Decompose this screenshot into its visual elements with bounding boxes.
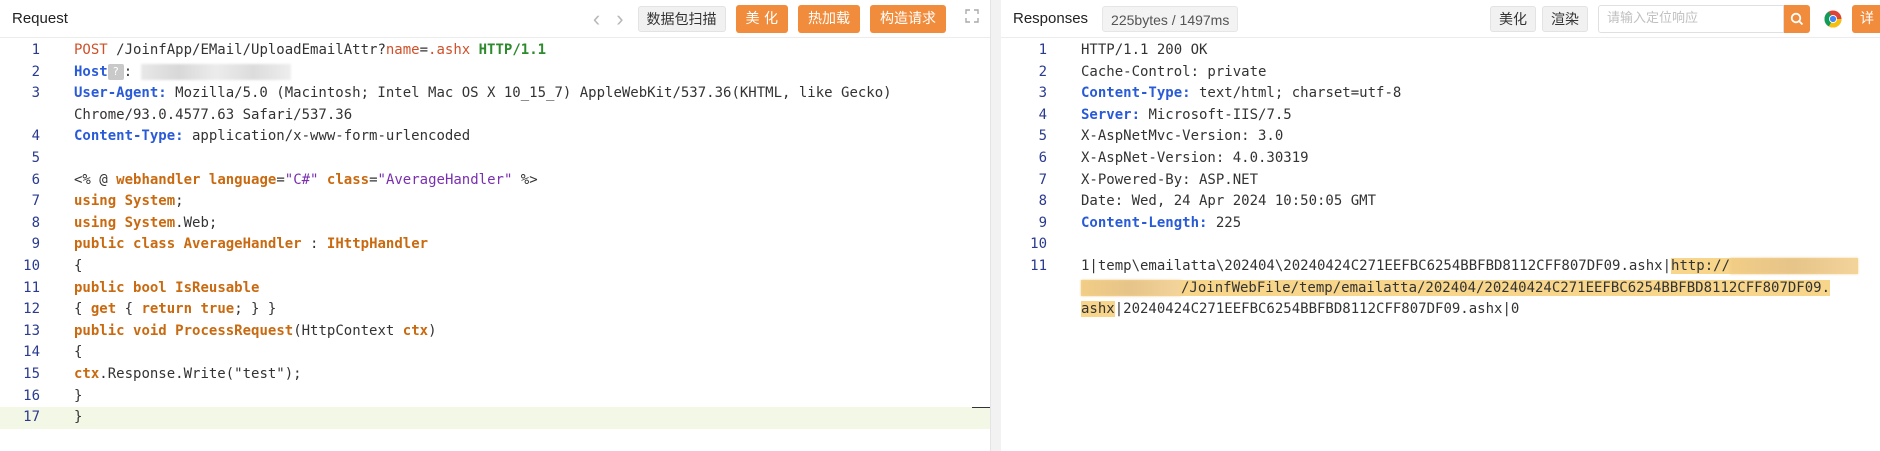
search-icon[interactable] xyxy=(1784,4,1810,33)
code-line: 5 X-AspNetMvc-Version: 3.0 xyxy=(1038,128,1284,145)
code-line: 4 Server: Microsoft-IIS/7.5 xyxy=(1038,106,1292,123)
code-line: 8 Date: Wed, 24 Apr 2024 10:50:05 GMT xyxy=(1038,193,1377,210)
code-line: 8 using System.Web; xyxy=(31,214,218,231)
expand-icon[interactable] xyxy=(964,8,980,29)
detail-button[interactable]: 详 xyxy=(1852,4,1880,33)
code-line: 11 public bool IsReusable xyxy=(23,279,260,296)
response-beautify-button[interactable]: 美化 xyxy=(1490,5,1536,32)
code-line: 7 X-Powered-By: ASP.NET xyxy=(1038,171,1259,188)
build-request-button[interactable]: 构造请求 xyxy=(870,4,946,33)
chevron-right-icon[interactable]: › xyxy=(608,7,631,29)
response-stats: 225bytes / 1497ms xyxy=(1102,5,1239,32)
hotload-button[interactable]: 热加载 xyxy=(798,4,860,33)
code-line: 10 xyxy=(1030,236,1047,253)
code-line: 6 <% @ webhandler language="C#" class="Av… xyxy=(31,171,538,188)
code-line: 14{ xyxy=(23,344,83,361)
code-line: 9 public class AverageHandler : IHttpHand… xyxy=(31,236,429,253)
code-line: 3 Content-Type: text/html; charset=utf-8 xyxy=(1038,85,1402,102)
code-line: Chrome/93.0.4577.63 Safari/537.36 xyxy=(74,106,353,123)
code-line: 16} xyxy=(23,387,83,404)
code-line: 3 User-Agent: Mozilla/5.0 (Macintosh; Int… xyxy=(31,85,892,102)
code-line: 1 POST /JoinfApp/EMail/UploadEmailAttr?na… xyxy=(31,42,547,58)
request-header: Request ‹ › 数据包扫描 美 化 热加载 构造请求 xyxy=(0,0,990,38)
code-line: 6 X-AspNet-Version: 4.0.30319 xyxy=(1038,149,1309,166)
code-line: 12{ get { return true; } } xyxy=(23,301,277,318)
chrome-icon[interactable] xyxy=(1824,10,1842,28)
beautify-button[interactable]: 美 化 xyxy=(735,4,788,33)
request-editor[interactable]: 1 POST /JoinfApp/EMail/UploadEmailAttr?na… xyxy=(0,38,990,429)
response-header: Responses 225bytes / 1497ms 美化 渲染 请输入定位响… xyxy=(1001,0,1880,38)
code-line: 13 public void ProcessRequest(HttpContext… xyxy=(23,322,437,339)
help-icon: ? xyxy=(107,63,124,80)
code-line: /JoinfWebFile/temp/emailatta/202404/2024… xyxy=(1001,278,1880,300)
packet-scan-button[interactable]: 数据包扫描 xyxy=(637,5,726,32)
response-search-input[interactable] xyxy=(1598,4,1784,33)
pane-splitter[interactable] xyxy=(991,0,1001,451)
code-line: 2 Host?: xyxy=(0,62,990,84)
code-line: 15 ctx.Response.Write("test"); xyxy=(23,365,302,382)
response-search xyxy=(1598,4,1810,33)
code-line: 10{ xyxy=(23,257,83,274)
code-line: 4 Content-Type: application/x-www-form-ur… xyxy=(31,128,471,145)
code-line: 5 xyxy=(31,149,40,166)
cursor-mark xyxy=(972,407,990,409)
code-line: 1 HTTP/1.1 200 OK xyxy=(1038,42,1208,58)
render-button[interactable]: 渲染 xyxy=(1542,5,1588,32)
code-line-active: 17} xyxy=(0,407,990,429)
request-title: Request xyxy=(12,10,68,27)
code-line: ashx|20240424C271EEFBC6254BBFBD8112CFF80… xyxy=(1081,301,1520,318)
code-line: 11 1|temp\emailatta\202404\20240424C271EE… xyxy=(1001,256,1880,278)
response-viewer[interactable]: 1 HTTP/1.1 200 OK 2 Cache-Control: private… xyxy=(1001,38,1880,321)
code-line: 9 Content-Length: 225 xyxy=(1038,214,1242,231)
highlighted-url: http:// xyxy=(1671,257,1859,274)
code-line: 7 using System; xyxy=(31,193,184,210)
code-line: 2 Cache-Control: private xyxy=(1038,63,1267,80)
response-title: Responses xyxy=(1013,10,1089,27)
chevron-left-icon[interactable]: ‹ xyxy=(585,7,608,29)
response-pane: Responses 225bytes / 1497ms 美化 渲染 请输入定位响… xyxy=(1001,0,1880,451)
request-pane: Request ‹ › 数据包扫描 美 化 热加载 构造请求 1 POST /Jo… xyxy=(0,0,991,451)
